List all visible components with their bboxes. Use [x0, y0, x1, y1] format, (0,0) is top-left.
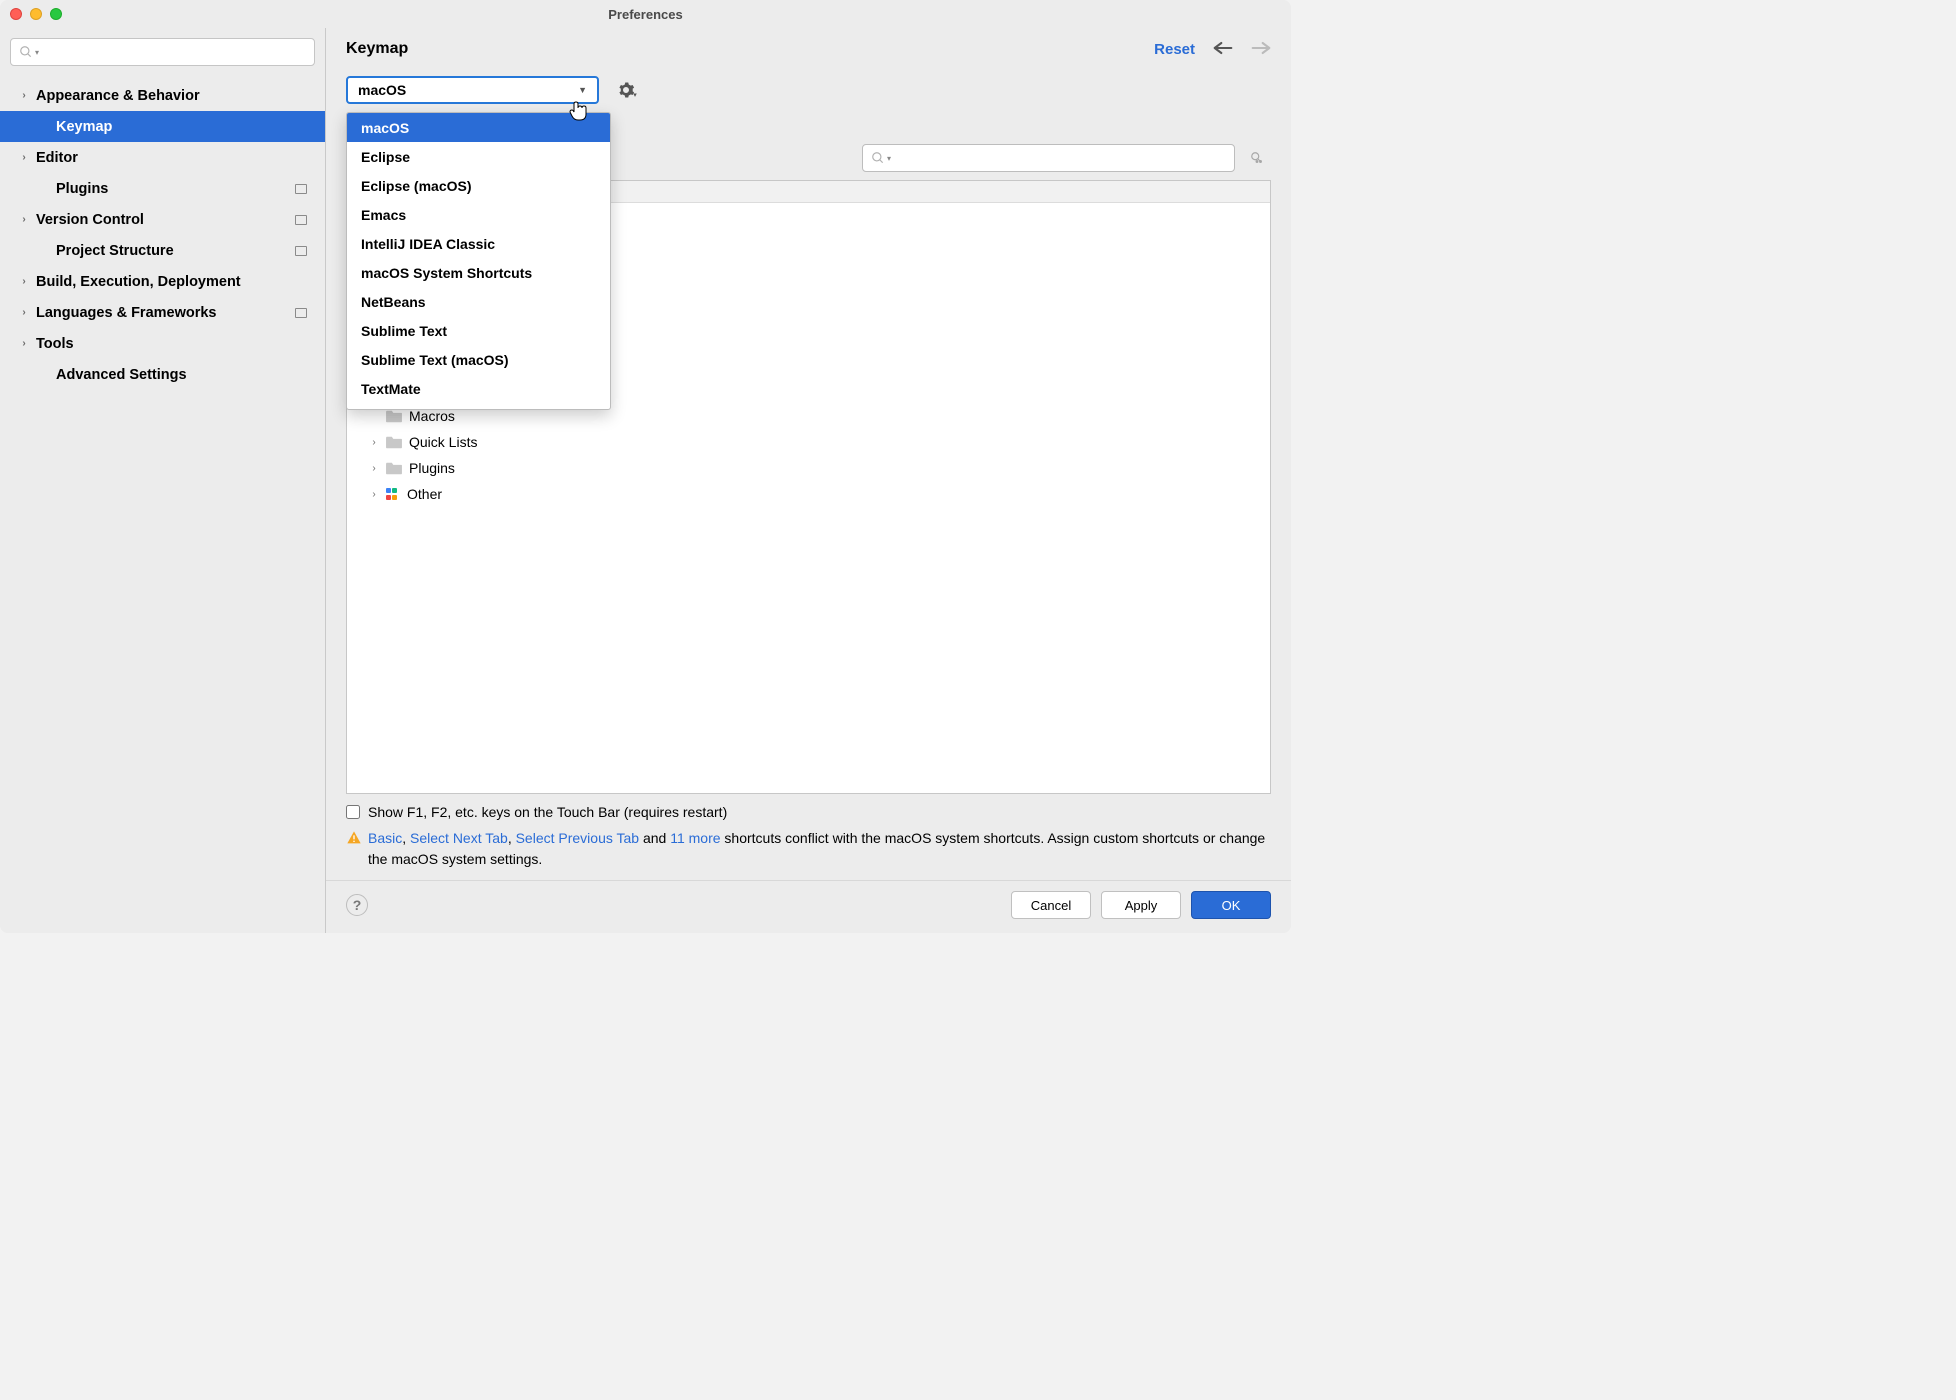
cancel-button[interactable]: Cancel: [1011, 891, 1091, 919]
settings-sidebar: ▾ ›Appearance & Behavior›Keymap›Editor›P…: [0, 28, 326, 933]
chevron-right-icon: ›: [16, 338, 32, 349]
conflict-link-basic[interactable]: Basic: [368, 830, 402, 846]
dropdown-item-sublime-text[interactable]: Sublime Text: [347, 316, 610, 345]
keymap-dropdown-list[interactable]: macOSEclipseEclipse (macOS)EmacsIntelliJ…: [346, 112, 611, 410]
chevron-right-icon: ›: [16, 214, 32, 225]
keymap-selector-row: macOS ▼ macOSEclipseEclipse (macOS)Emacs…: [326, 68, 1291, 106]
find-by-shortcut-button[interactable]: [1243, 144, 1271, 172]
conflict-link-prev-tab[interactable]: Select Previous Tab: [516, 830, 639, 846]
dropdown-item-intellij-idea-classic[interactable]: IntelliJ IDEA Classic: [347, 229, 610, 258]
sidebar-item-version-control[interactable]: ›Version Control: [0, 204, 325, 235]
touchbar-checkbox[interactable]: [346, 805, 360, 819]
dropdown-item-eclipse[interactable]: Eclipse: [347, 142, 610, 171]
search-icon: [871, 151, 885, 165]
sidebar-item-appearance-behavior[interactable]: ›Appearance & Behavior: [0, 80, 325, 111]
dialog-footer: ? Cancel Apply OK: [326, 880, 1291, 933]
dropdown-item-textmate[interactable]: TextMate: [347, 374, 610, 403]
dropdown-item-eclipse-macos-[interactable]: Eclipse (macOS): [347, 171, 610, 200]
find-shortcut-icon: [1250, 151, 1264, 165]
tree-item-quick-lists[interactable]: ›Quick Lists: [347, 429, 1270, 455]
settings-main: Keymap Reset macOS ▼ m: [326, 28, 1291, 933]
dropdown-item-netbeans[interactable]: NetBeans: [347, 287, 610, 316]
sidebar-item-editor[interactable]: ›Editor: [0, 142, 325, 173]
shortcut-conflict-warning: Basic, Select Next Tab, Select Previous …: [326, 824, 1291, 880]
project-badge-icon: [295, 308, 307, 318]
page-title: Keymap: [346, 40, 408, 58]
chevron-right-icon: ›: [16, 307, 32, 318]
chevron-right-icon: ›: [367, 437, 381, 448]
conflict-link-next-tab[interactable]: Select Next Tab: [410, 830, 508, 846]
dropdown-item-visual-studio[interactable]: Visual Studio: [347, 403, 610, 410]
help-button[interactable]: ?: [346, 894, 368, 916]
folder-icon: [385, 462, 403, 475]
chevron-right-icon: ›: [16, 276, 32, 287]
keymap-dropdown[interactable]: macOS ▼: [346, 76, 599, 104]
nav-back-button[interactable]: [1213, 41, 1233, 58]
chevron-right-icon: ›: [16, 152, 32, 163]
tree-item-other[interactable]: ›Other: [347, 481, 1270, 507]
sidebar-item-project-structure[interactable]: ›Project Structure: [0, 235, 325, 266]
preferences-window: Preferences ▾ ›Appearance & Behavior›Key…: [0, 0, 1291, 933]
chevron-right-icon: ›: [16, 90, 32, 101]
sidebar-item-advanced-settings[interactable]: ›Advanced Settings: [0, 359, 325, 390]
conflict-link-more[interactable]: 11 more: [670, 830, 720, 846]
reset-link[interactable]: Reset: [1154, 41, 1195, 58]
category-icon: [385, 487, 401, 501]
search-icon: [19, 45, 33, 59]
apply-button[interactable]: Apply: [1101, 891, 1181, 919]
project-badge-icon: [295, 215, 307, 225]
dropdown-item-macos-system-shortcuts[interactable]: macOS System Shortcuts: [347, 258, 610, 287]
touchbar-option-row: Show F1, F2, etc. keys on the Touch Bar …: [326, 800, 1291, 824]
dropdown-item-sublime-text-macos-[interactable]: Sublime Text (macOS): [347, 345, 610, 374]
page-header: Keymap Reset: [326, 28, 1291, 68]
keymap-dropdown-value: macOS: [358, 82, 406, 98]
sidebar-tree: ›Appearance & Behavior›Keymap›Editor›Plu…: [0, 76, 325, 933]
project-badge-icon: [295, 184, 307, 194]
folder-icon: [385, 410, 403, 423]
window-title: Preferences: [0, 7, 1291, 22]
sidebar-item-build-execution-deployment[interactable]: ›Build, Execution, Deployment: [0, 266, 325, 297]
chevron-right-icon: ›: [367, 489, 381, 500]
project-badge-icon: [295, 246, 307, 256]
touchbar-label: Show F1, F2, etc. keys on the Touch Bar …: [368, 804, 727, 820]
nav-forward-button: [1251, 41, 1271, 58]
action-search-input[interactable]: ▾: [862, 144, 1235, 172]
titlebar: Preferences: [0, 0, 1291, 28]
folder-icon: [385, 436, 403, 449]
chevron-right-icon: ›: [367, 463, 381, 474]
sidebar-item-plugins[interactable]: ›Plugins: [0, 173, 325, 204]
ok-button[interactable]: OK: [1191, 891, 1271, 919]
dropdown-item-macos[interactable]: macOS: [347, 113, 610, 142]
tree-item-plugins[interactable]: ›Plugins: [347, 455, 1270, 481]
warning-icon: [346, 830, 362, 846]
sidebar-item-keymap[interactable]: ›Keymap: [0, 111, 325, 142]
dropdown-item-emacs[interactable]: Emacs: [347, 200, 610, 229]
sidebar-search-input[interactable]: ▾: [10, 38, 315, 66]
keymap-settings-button[interactable]: ▾: [613, 76, 641, 104]
sidebar-item-tools[interactable]: ›Tools: [0, 328, 325, 359]
sidebar-item-languages-frameworks[interactable]: ›Languages & Frameworks: [0, 297, 325, 328]
chevron-down-icon: ▼: [578, 85, 587, 95]
